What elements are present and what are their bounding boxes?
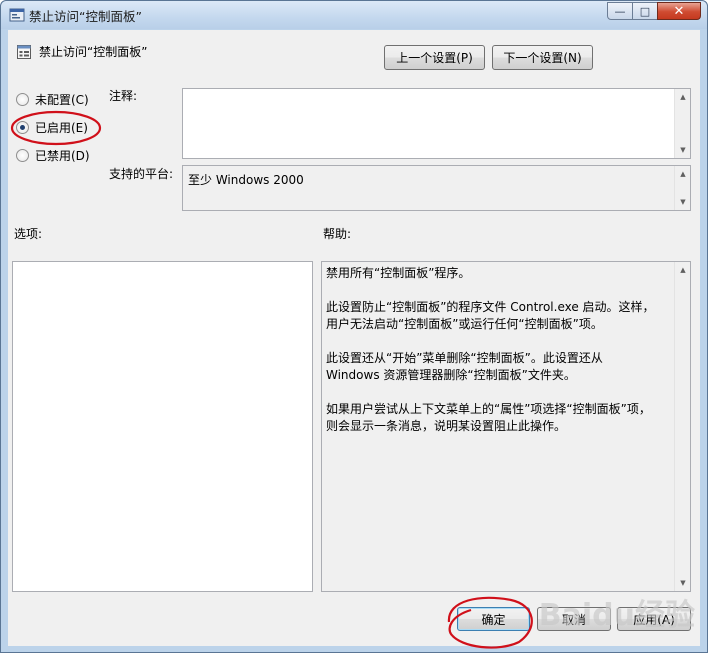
radio-circle[interactable] xyxy=(16,93,29,106)
radio-enabled[interactable]: 已启用(E) xyxy=(16,119,88,136)
close-button[interactable]: ✕ xyxy=(657,2,701,20)
radio-not-configured[interactable]: 未配置(C) xyxy=(16,91,89,108)
help-panel: 禁用所有“控制面板”程序。 此设置防止“控制面板”的程序文件 Control.e… xyxy=(321,261,691,592)
dialog-content: 禁止访问“控制面板” 上一个设置(P) 下一个设置(N) 未配置(C) 已启用(… xyxy=(8,30,700,646)
ok-button[interactable]: 确定 xyxy=(457,607,530,631)
radio-label: 已启用(E) xyxy=(35,121,88,135)
scroll-down-arrow-icon[interactable]: ▼ xyxy=(675,142,691,158)
apply-button[interactable]: 应用(A) xyxy=(617,607,691,631)
platform-scrollbar[interactable]: ▲ ▼ xyxy=(674,166,690,210)
radio-label: 未配置(C) xyxy=(35,93,89,107)
dialog-window: 禁止访问“控制面板” — □ ✕ 禁止访问“控制面板” 上一个设置(P) 下一个… xyxy=(0,0,708,653)
scroll-down-arrow-icon[interactable]: ▼ xyxy=(675,194,691,210)
options-panel xyxy=(12,261,313,592)
radio-disabled[interactable]: 已禁用(D) xyxy=(16,147,90,164)
scroll-up-arrow-icon[interactable]: ▲ xyxy=(675,89,691,105)
previous-setting-button[interactable]: 上一个设置(P) xyxy=(384,45,485,70)
platform-field: 至少 Windows 2000 ▲ ▼ xyxy=(182,165,691,211)
policy-editor-icon xyxy=(9,8,25,22)
help-scrollbar[interactable]: ▲ ▼ xyxy=(674,262,690,591)
help-text: 禁用所有“控制面板”程序。 此设置防止“控制面板”的程序文件 Control.e… xyxy=(326,266,655,433)
scroll-down-arrow-icon[interactable]: ▼ xyxy=(675,575,691,591)
policy-setting-icon xyxy=(17,45,31,59)
radio-circle[interactable] xyxy=(16,149,29,162)
comment-label: 注释: xyxy=(109,89,138,103)
policy-title: 禁止访问“控制面板” xyxy=(39,45,148,59)
radio-label: 已禁用(D) xyxy=(35,149,90,163)
radio-circle-checked[interactable] xyxy=(16,121,29,134)
scroll-up-arrow-icon[interactable]: ▲ xyxy=(675,262,691,278)
cancel-button[interactable]: 取消 xyxy=(537,607,611,631)
window-controls: — □ ✕ xyxy=(607,2,701,20)
comment-textarea[interactable]: ▲ ▼ xyxy=(182,88,691,159)
title-bar[interactable]: 禁止访问“控制面板” — □ ✕ xyxy=(1,1,707,29)
scroll-up-arrow-icon[interactable]: ▲ xyxy=(675,166,691,182)
next-setting-button[interactable]: 下一个设置(N) xyxy=(492,45,593,70)
window-title: 禁止访问“控制面板” xyxy=(29,9,142,24)
platform-value: 至少 Windows 2000 xyxy=(188,173,304,187)
platform-label: 支持的平台: xyxy=(109,167,174,181)
options-label: 选项: xyxy=(14,227,43,241)
minimize-button[interactable]: — xyxy=(607,2,633,20)
help-label: 帮助: xyxy=(323,227,352,241)
maximize-button[interactable]: □ xyxy=(632,2,658,20)
comment-scrollbar[interactable]: ▲ ▼ xyxy=(674,89,690,158)
